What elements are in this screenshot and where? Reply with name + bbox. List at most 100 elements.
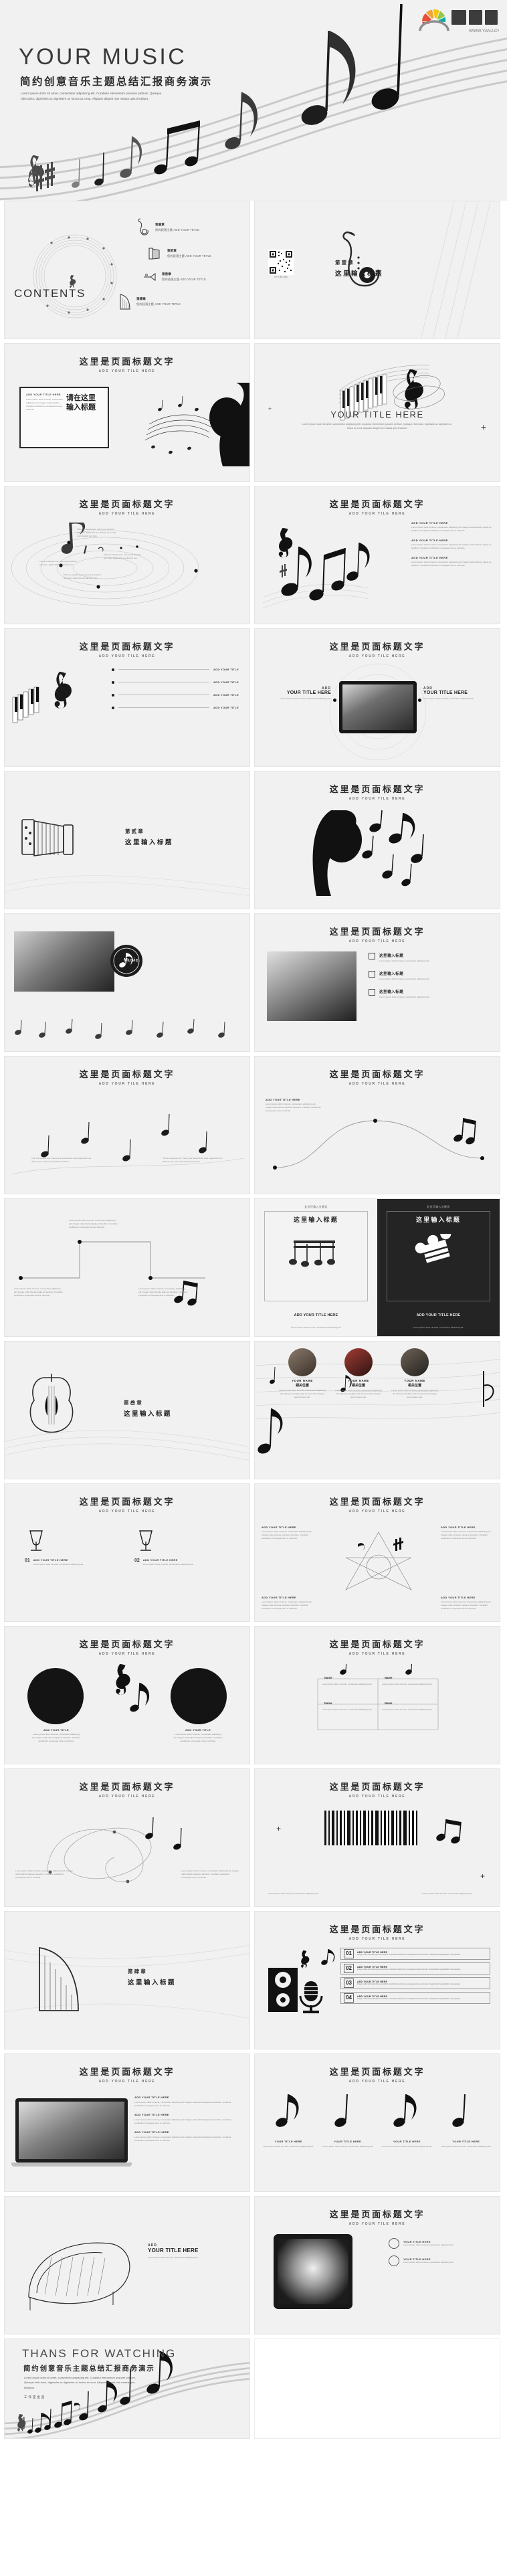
- slide-ending[interactable]: THANS FOR WATCHING 简约创意音乐主题总结汇报商务演示 Lore…: [4, 2338, 250, 2439]
- row-body: Integer nulla vehicula ligula ac faucibu…: [357, 1968, 461, 1970]
- circle-label: ADD YOUR TITLE: [185, 1728, 211, 1732]
- slide-frame-head[interactable]: 这里是页面标题文字 ADD YOUR TILE HERE ADD YOUR TI…: [4, 343, 250, 482]
- slide-two-panel[interactable]: 此处可输入关键词 这里输入标题 ADD YOUR TITLE HERE Lore…: [254, 1198, 500, 1337]
- goblet-item[interactable]: 02 ADD YOUR TITLE HERE Lorem ipsum dolor…: [134, 1528, 217, 1566]
- slide-notes-right[interactable]: 这里是页面标题文字 ADD YOUR TILE HERE ADD YOUR TI…: [254, 486, 500, 624]
- speaker-row[interactable]: 01 ADD YOUR TITLE HERE Integer nulla veh…: [340, 1948, 490, 1960]
- slide-circles[interactable]: 这里是页面标题文字 ADD YOUR TILE HERE ADD YOUR TI…: [4, 1626, 250, 1764]
- block-body: Lorem ipsum dolor sit amet, consectetur …: [411, 543, 492, 549]
- contents-item[interactable]: 第贰章 您的段落主题 ADD YOUR TETLE: [148, 246, 244, 262]
- slide-four-notes[interactable]: 这里是页面标题文字 ADD YOUR TILE HERE YOUR TITLE …: [254, 2053, 500, 2192]
- text-block: ADD YOUR TITLE HERE Lorem ipsum dolor si…: [411, 539, 492, 550]
- path-caption: Lorem ipsum dolor sit amet, consectetur …: [69, 1219, 118, 1228]
- tv-screen[interactable]: [339, 681, 417, 733]
- cover-slide[interactable]: WWW.YANJ.CN YOUR MUSIC 简约创意音乐主题总结汇报商务演示 …: [0, 0, 507, 201]
- slide-piano-left[interactable]: 这里是页面标题文字 ADD YOUR TILE HERE ADD YOUR TI…: [4, 628, 250, 767]
- slide-piano-side[interactable]: ADD YOUR TITLE HERE Lorem ipsum dolor si…: [4, 2196, 250, 2334]
- star-body: Lorem ipsum dolor sit amet, consectetur …: [441, 1530, 492, 1540]
- plus-icon: +: [480, 1871, 485, 1881]
- list-item-body: Lorem ipsum dolor sit amet, consectetur …: [379, 959, 430, 962]
- slide-barcode[interactable]: 这里是页面标题文字 ADD YOUR TILE HERE + + Lorem i…: [254, 1768, 500, 1907]
- team-member[interactable]: YOUR NAME 相关位置 Lorem ipsum dolor sit ame…: [335, 1348, 382, 1399]
- timeline-point[interactable]: ADD YOUR TITLE: [112, 680, 239, 684]
- contents-item[interactable]: 第壹章 您的段落主题 ADD YOUR TETLE: [136, 217, 244, 238]
- slide-goblets[interactable]: 这里是页面标题文字 ADD YOUR TILE HERE 01 ADD YOUR…: [4, 1483, 250, 1622]
- panel-light[interactable]: 此处可输入关键词 这里输入标题 ADD YOUR TITLE HERE Lore…: [255, 1199, 377, 1336]
- section-title: 这里输入标题: [335, 270, 383, 278]
- laptop-mockup[interactable]: [11, 2098, 132, 2167]
- slide-matrix[interactable]: 这里是页面标题文字 ADD YOUR TILE HERE Name Name N…: [254, 1626, 500, 1764]
- page-title: 这里是页面标题文字: [329, 1070, 425, 1080]
- column-body: Lorem ipsum dolor sit amet, consectetur …: [441, 2145, 492, 2148]
- slide-list3[interactable]: 这里是页面标题文字 ADD YOUR TILE HERE 这里输入标题 Lore…: [254, 913, 500, 1052]
- slide-tv[interactable]: 这里是页面标题文字 ADD YOUR TILE HERE ADD YOUR TI…: [254, 628, 500, 767]
- note-column: YOUR TITLE HERE Lorem ipsum dolor sit am…: [379, 2140, 435, 2148]
- list-photo[interactable]: [267, 951, 357, 1021]
- slide-star[interactable]: 这里是页面标题文字 ADD YOUR TILE HERE ADD YOUR TI…: [254, 1483, 500, 1622]
- speaker-row[interactable]: 04 ADD YOUR TITLE HERE Integer nulla veh…: [340, 1992, 490, 2004]
- slide-row: 这里是页面标题文字 ADD YOUR TILE HERE 01 ADD YOUR…: [0, 1483, 507, 1622]
- list-item-body: Lorem ipsum dolor sit amet, consectetur …: [379, 977, 430, 980]
- slide-photo-music[interactable]: Music: [4, 913, 250, 1052]
- avatar: [401, 1348, 429, 1376]
- list-item[interactable]: 这里输入标题 Lorem ipsum dolor sit amet, conse…: [369, 970, 490, 981]
- slide-piano-title[interactable]: + + YOUR TITLE HERE Lorem ipsum dolor si…: [254, 343, 500, 482]
- block-title: ADD YOUR TITLE HERE: [411, 521, 448, 525]
- timeline-point[interactable]: ADD YOUR TITLE: [112, 693, 239, 697]
- trumpet-icon: [144, 273, 156, 281]
- page-subtitle: ADD YOUR TILE HERE: [348, 939, 406, 943]
- slide-head-notes[interactable]: 这里是页面标题文字 ADD YOUR TILE HERE: [254, 771, 500, 909]
- panel-body: Lorem ipsum dolor sit amet, consectetur …: [290, 1326, 342, 1329]
- goblet-item[interactable]: 01 ADD YOUR TITLE HERE Lorem ipsum dolor…: [25, 1528, 108, 1566]
- slide-swirl[interactable]: 这里是页面标题文字 ADD YOUR TILE HERE Lorem ipsum…: [4, 1768, 250, 1907]
- slide-notes-scatter[interactable]: 这里是页面标题文字 ADD YOUR TILE HERE This is a s…: [4, 1056, 250, 1194]
- slide-body: Lorem ipsum dolor sit amet, consectetur …: [302, 423, 452, 430]
- timeline-point[interactable]: ADD YOUR TITLE: [112, 668, 239, 671]
- slide-tablet[interactable]: 这里是页面标题文字 ADD YOUR TILE HERE YOUR TITLE …: [254, 2196, 500, 2334]
- matrix-cell: Name: [324, 1676, 332, 1679]
- slide-contents[interactable]: CONTENTS 第壹章 您的段落主题 ADD YOUR TETLE 第贰章 您…: [4, 201, 250, 339]
- slide-orbit[interactable]: 这里是页面标题文字 ADD YOUR TILE HERE This is a s…: [4, 486, 250, 624]
- contents-item-chapter: 第贰章: [167, 249, 177, 253]
- slide-section-3[interactable]: 第叁章 这里输入标题: [4, 1341, 250, 1479]
- slide-path[interactable]: Lorem ipsum dolor sit amet, consectetur …: [4, 1198, 250, 1337]
- title: YOUR TITLE HERE: [423, 691, 468, 695]
- circle-dark[interactable]: [27, 1668, 84, 1724]
- slide-curve-timeline[interactable]: 这里是页面标题文字 ADD YOUR TILE HERE ADD YOUR TI…: [254, 1056, 500, 1194]
- page-title: 这里是页面标题文字: [329, 500, 425, 510]
- panel-caption: ADD YOUR TITLE HERE: [416, 1313, 461, 1317]
- connector-dot: [418, 699, 421, 702]
- matrix-body: Lorem ipsum dolor sit amet, consectetur …: [322, 1708, 373, 1711]
- team-member[interactable]: YOUR NAME 相关位置 Lorem ipsum dolor sit ame…: [279, 1348, 326, 1399]
- list-marker: [369, 970, 375, 978]
- tablet-mockup[interactable]: [274, 2234, 352, 2309]
- title: YOUR TITLE HERE: [286, 691, 331, 695]
- box-body: Lorem ipsum dolor sit amet, consectetur …: [26, 398, 64, 411]
- contents-item[interactable]: 第肆章 您的段落主题 ADD YOUR TETLE: [118, 292, 244, 311]
- speaker-row[interactable]: 02 ADD YOUR TITLE HERE Integer nulla veh…: [340, 1962, 490, 1974]
- circle-dark[interactable]: [171, 1668, 227, 1724]
- framed-text-box[interactable]: ADD YOUR TITLE HERE Lorem ipsum dolor si…: [19, 387, 109, 448]
- team-member[interactable]: YOUR NAME 相关位置 Lorem ipsum dolor sit ame…: [391, 1348, 438, 1399]
- contents-item[interactable]: 第叁章 您的段落主题 ADD YOUR TETLE: [142, 270, 244, 284]
- slide-section-2[interactable]: 第贰章 这里输入标题: [4, 771, 250, 909]
- row-body: Integer nulla vehicula ligula ac faucibu…: [357, 1983, 461, 1985]
- panel-dark[interactable]: 此处可输入关键词 这里输入标题 ADD YOUR TITLE HERE Lore…: [377, 1199, 500, 1336]
- page-subtitle: ADD YOUR TILE HERE: [348, 1509, 406, 1513]
- speaker-row[interactable]: 03 ADD YOUR TITLE HERE Integer nulla veh…: [340, 1977, 490, 1989]
- ending-lorem: Lorem ipsum dolor sit amet, consectetur …: [24, 2376, 136, 2389]
- list-item[interactable]: 这里输入标题 Lorem ipsum dolor sit amet, conse…: [369, 988, 490, 999]
- slide-team[interactable]: YOUR NAME 相关位置 Lorem ipsum dolor sit ame…: [254, 1341, 500, 1479]
- slide-section-1[interactable]: 第壹章 这里输入标题 PPT订制+微信: [254, 201, 500, 339]
- photo-image[interactable]: [14, 931, 114, 992]
- column-title: YOUR TITLE HERE: [393, 2140, 421, 2143]
- slide-section-4[interactable]: 第肆章 这里输入标题: [4, 1911, 250, 2049]
- circle-caption: ADD YOUR TITLE Lorem ipsum dolor sit ame…: [173, 1728, 223, 1743]
- page-title: 这里是页面标题文字: [329, 927, 425, 937]
- list-item[interactable]: 这里输入标题 Lorem ipsum dolor sit amet, conse…: [369, 953, 490, 963]
- matrix-body: Lorem ipsum dolor sit amet, consectetur …: [382, 1708, 433, 1711]
- timeline-point[interactable]: ADD YOUR TITLE: [112, 706, 239, 709]
- slide-laptop[interactable]: 这里是页面标题文字 ADD YOUR TILE HERE ADD YOUR TI…: [4, 2053, 250, 2192]
- qr-code: PPT订制+微信: [268, 250, 294, 278]
- slide-speakers[interactable]: 这里是页面标题文字 ADD YOUR TILE HERE 01 ADD YOUR…: [254, 1911, 500, 2049]
